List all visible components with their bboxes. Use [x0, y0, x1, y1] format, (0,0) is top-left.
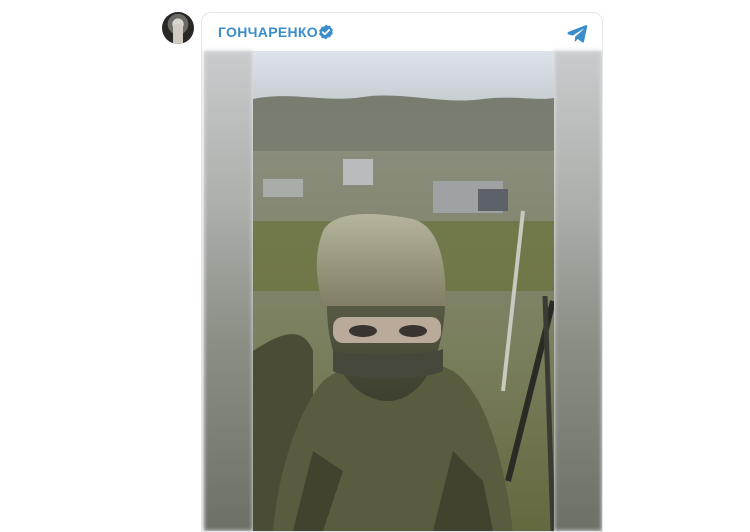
- channel-name[interactable]: ГОНЧАРЕНКО: [218, 24, 318, 40]
- video-still: [253, 51, 554, 531]
- post-header: ГОНЧАРЕНКО: [202, 13, 602, 51]
- video-frame[interactable]: [253, 51, 554, 531]
- video-blur-right: [554, 51, 602, 531]
- verified-badge-icon: [319, 24, 333, 40]
- telegram-icon[interactable]: [566, 23, 588, 43]
- video-media[interactable]: [204, 51, 602, 531]
- avatar-figure: [173, 24, 183, 44]
- video-blur-left: [204, 51, 253, 531]
- channel-avatar[interactable]: [162, 12, 194, 44]
- telegram-post-card: ГОНЧАРЕНКО: [201, 12, 603, 532]
